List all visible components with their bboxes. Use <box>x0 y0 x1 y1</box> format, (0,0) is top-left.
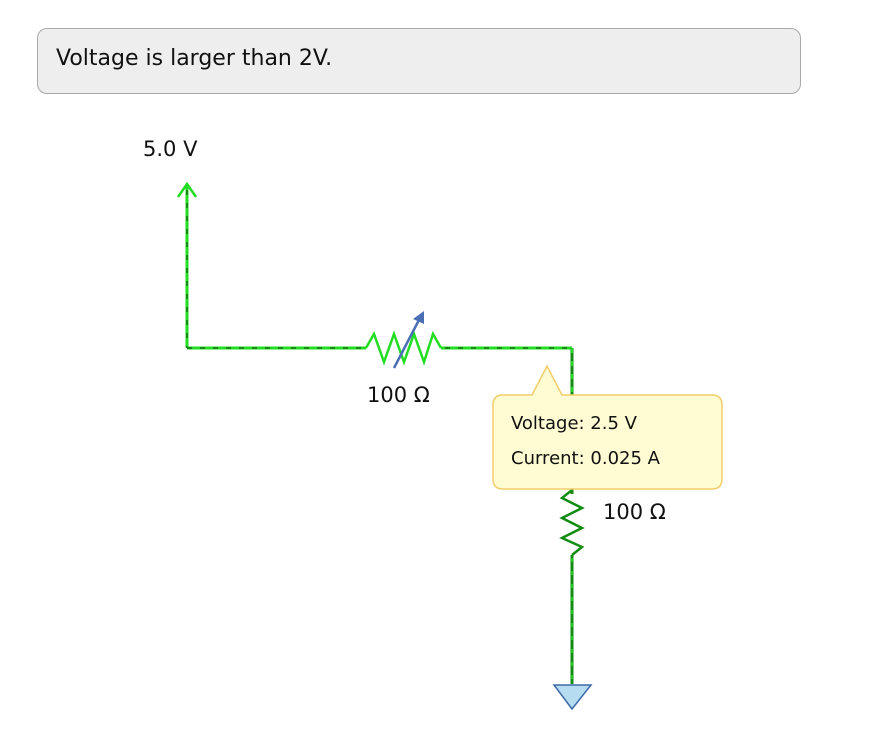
source-voltage-label: 5.0 V <box>143 137 198 161</box>
variable-resistor-label: 100 Ω <box>367 383 430 407</box>
fixed-resistor-label: 100 Ω <box>603 500 666 524</box>
circuit-diagram <box>176 181 723 711</box>
tooltip-current: Current: 0.025 A <box>511 448 660 469</box>
variable-resistor[interactable] <box>364 311 443 369</box>
ground-icon[interactable] <box>552 684 593 711</box>
voltage-source-arrow[interactable] <box>176 181 198 348</box>
tooltip-voltage: Voltage: 2.5 V <box>511 413 637 434</box>
fixed-resistor[interactable] <box>559 489 585 556</box>
